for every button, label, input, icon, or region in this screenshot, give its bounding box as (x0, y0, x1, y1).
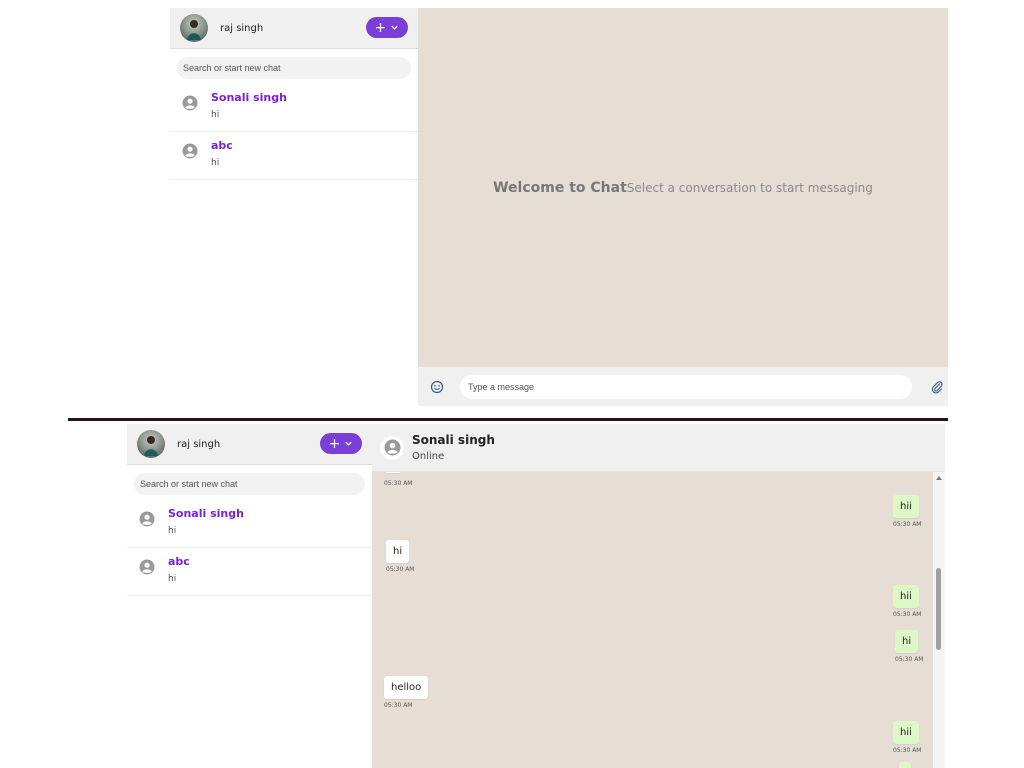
message-sent-partial (899, 762, 911, 768)
chevron-down-icon (391, 25, 399, 30)
user-avatar[interactable] (180, 14, 208, 42)
chat-last-message: hi (168, 526, 177, 536)
search-input[interactable] (177, 57, 411, 79)
message-received: helloo 05:30 AM (384, 675, 429, 709)
message-bubble: hii (893, 495, 919, 518)
person-circle-icon (139, 559, 155, 575)
new-chat-button[interactable]: + (366, 17, 408, 38)
scroll-thumb[interactable] (936, 568, 941, 650)
message-scrollbar[interactable] (933, 472, 945, 768)
person-circle-icon (182, 95, 198, 111)
person-circle-icon (139, 511, 155, 527)
user-avatar[interactable] (137, 430, 165, 458)
message-sent: hii 05:30 AM (893, 584, 921, 618)
chat-name: Sonali singh (168, 507, 244, 520)
person-circle-icon (384, 439, 400, 456)
message-time: 05:30 AM (895, 656, 924, 663)
person-circle-icon (182, 143, 198, 159)
smiley-icon[interactable] (430, 380, 444, 394)
message-bubble (384, 472, 402, 473)
new-chat-button[interactable]: + (320, 433, 362, 454)
message-received: 05:30 AM (384, 472, 412, 487)
message-bubble: hi (895, 630, 919, 653)
screenshot-divider (68, 418, 948, 421)
message-time: 05:30 AM (893, 747, 922, 754)
sidebar: raj singh + Sonali singh hi (170, 8, 419, 406)
chat-item-abc[interactable]: abc hi (127, 548, 372, 596)
message-bubble: hi (386, 540, 410, 563)
chat-list: Sonali singh hi abc hi (170, 84, 418, 180)
message-input[interactable] (460, 374, 912, 399)
message-bubble: helloo (384, 676, 429, 699)
search-bar (170, 49, 418, 84)
sidebar-header: raj singh + (127, 424, 372, 465)
message-bubble (899, 762, 911, 768)
message-time: 05:30 AM (386, 566, 415, 573)
scroll-up-arrow-icon[interactable] (936, 476, 942, 480)
chat-item-sonali-singh[interactable]: Sonali singh hi (170, 84, 418, 132)
search-bar (127, 465, 372, 500)
contact-status: Online (412, 451, 445, 462)
chat-list: Sonali singh hi abc hi (127, 500, 372, 596)
user-name: raj singh (220, 22, 264, 34)
sidebar: raj singh + Sonali singh hi (127, 424, 373, 768)
conversation-header: Sonali singh Online (372, 424, 945, 472)
chat-name: Sonali singh (211, 91, 287, 104)
message-time: 05:30 AM (893, 611, 922, 618)
message-composer (418, 367, 948, 406)
welcome-panel: Welcome to Chat Select a conversation to … (418, 8, 948, 367)
chat-item-abc[interactable]: abc hi (170, 132, 418, 180)
contact-name: Sonali singh (412, 433, 495, 447)
user-photo-icon (144, 436, 158, 456)
message-received: hi 05:30 AM (386, 539, 414, 573)
message-bubble: hii (893, 721, 919, 744)
paperclip-icon[interactable] (930, 380, 944, 394)
chat-last-message: hi (211, 158, 220, 168)
chat-last-message: hi (168, 574, 177, 584)
message-time: 05:30 AM (384, 702, 413, 709)
sidebar-header: raj singh + (170, 8, 418, 49)
message-sent: hi 05:30 AM (895, 629, 923, 663)
welcome-subtitle: Select a conversation to start messaging (626, 180, 873, 195)
chat-app-conversation-view: raj singh + Sonali singh hi (127, 424, 945, 768)
contact-avatar[interactable] (380, 435, 404, 460)
chat-last-message: hi (211, 110, 220, 120)
message-time: 05:30 AM (893, 521, 922, 528)
search-input[interactable] (134, 473, 365, 495)
chat-app-welcome-view: raj singh + Sonali singh hi (170, 8, 948, 406)
plus-label: + (374, 19, 387, 36)
chat-name: abc (168, 555, 190, 568)
message-sent: hii 05:30 AM (893, 494, 921, 528)
message-bubble: hii (893, 585, 919, 608)
chevron-down-icon (345, 441, 353, 446)
user-photo-icon (187, 20, 201, 40)
welcome-title: Welcome to Chat (493, 179, 627, 196)
plus-label: + (328, 435, 341, 452)
message-sent: hii 05:30 AM (893, 720, 921, 754)
chat-name: abc (211, 139, 233, 152)
message-list: 05:30 AM hii 05:30 AM hi 05:30 AM hii 05… (372, 472, 933, 768)
message-time: 05:30 AM (384, 480, 413, 487)
chat-item-sonali-singh[interactable]: Sonali singh hi (127, 500, 372, 548)
conversation-panel: Sonali singh Online 05:30 AM hii 05:30 A… (372, 424, 945, 768)
user-name: raj singh (177, 438, 221, 450)
